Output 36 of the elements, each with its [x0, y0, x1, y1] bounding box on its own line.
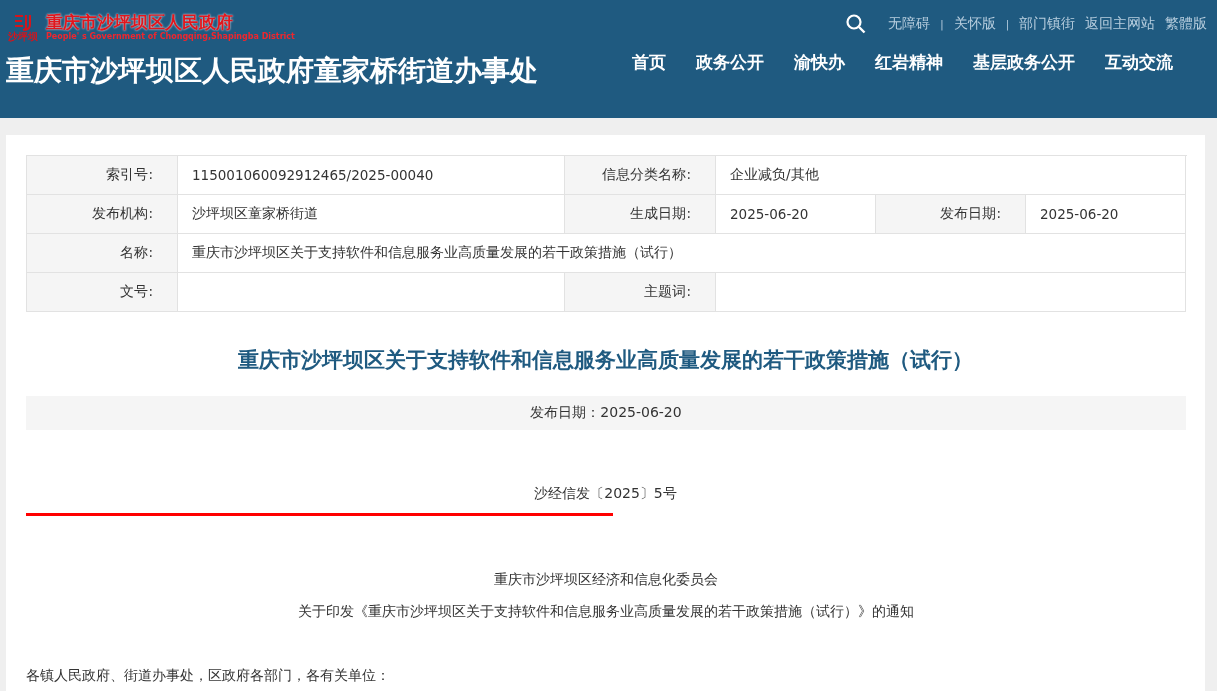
field-label: 信息分类名称: [565, 156, 716, 195]
top-link[interactable]: 部门镇街 [1019, 15, 1075, 33]
site-title: 重庆市沙坪坝区人民政府童家桥街道办事处 [6, 53, 538, 89]
nav-item[interactable]: 基层政务公开 [973, 52, 1075, 74]
field-label: 索引号: [27, 156, 178, 195]
issuer-name: 重庆市沙坪坝区经济和信息化委员会 [492, 571, 719, 589]
field-label: 主题词: [565, 273, 716, 312]
link-separator: | [940, 18, 944, 30]
top-link[interactable]: 繁體版 [1165, 15, 1207, 33]
nav-item[interactable]: 互动交流 [1105, 52, 1173, 74]
top-link[interactable]: 返回主网站 [1085, 15, 1155, 33]
logo-text: 沙坪坝 [8, 30, 38, 42]
field-value: 沙坪坝区童家桥街道 [178, 195, 565, 234]
logo-subtitle: People' s Government of Chongqing,Shapingba District [46, 32, 295, 42]
salutation: 各镇人民政府、街道办事处，区政府各部门，各有关单位： [26, 667, 391, 685]
field-label: 发布机构: [27, 195, 178, 234]
nav-item[interactable]: 渝快办 [794, 52, 845, 74]
notice-title: 关于印发《重庆市沙坪坝区关于支持软件和信息服务业高质量发展的若干政策措施（试行）》的通知 [296, 603, 915, 621]
field-label: 生成日期: [565, 195, 716, 234]
top-link[interactable]: 无障碍 [888, 15, 931, 33]
field-value: 115001060092912465/2025-00040 [178, 156, 565, 195]
field-value: 2025-06-20 [1026, 195, 1186, 234]
field-label: 名称: [27, 234, 178, 273]
nav-item[interactable]: 政务公开 [696, 52, 764, 74]
link-separator: | [1005, 18, 1009, 30]
field-label: 文号: [27, 273, 178, 312]
field-label: 发布日期: [876, 195, 1026, 234]
article-title: 重庆市沙坪坝区关于支持软件和信息服务业高质量发展的若干政策措施（试行） [237, 346, 974, 374]
search-icon[interactable] [846, 14, 867, 34]
nav-item[interactable]: 首页 [632, 52, 666, 74]
publish-date: 发布日期：2025-06-20 [530, 404, 682, 422]
logo-icon [12, 12, 34, 31]
top-link[interactable]: 关怀版 [953, 15, 996, 33]
nav-item[interactable]: 红岩精神 [875, 52, 943, 74]
document-number: 沙经信发〔2025〕5号 [533, 485, 678, 503]
logo-title: 重庆市沙坪坝区人民政府 [46, 12, 233, 32]
